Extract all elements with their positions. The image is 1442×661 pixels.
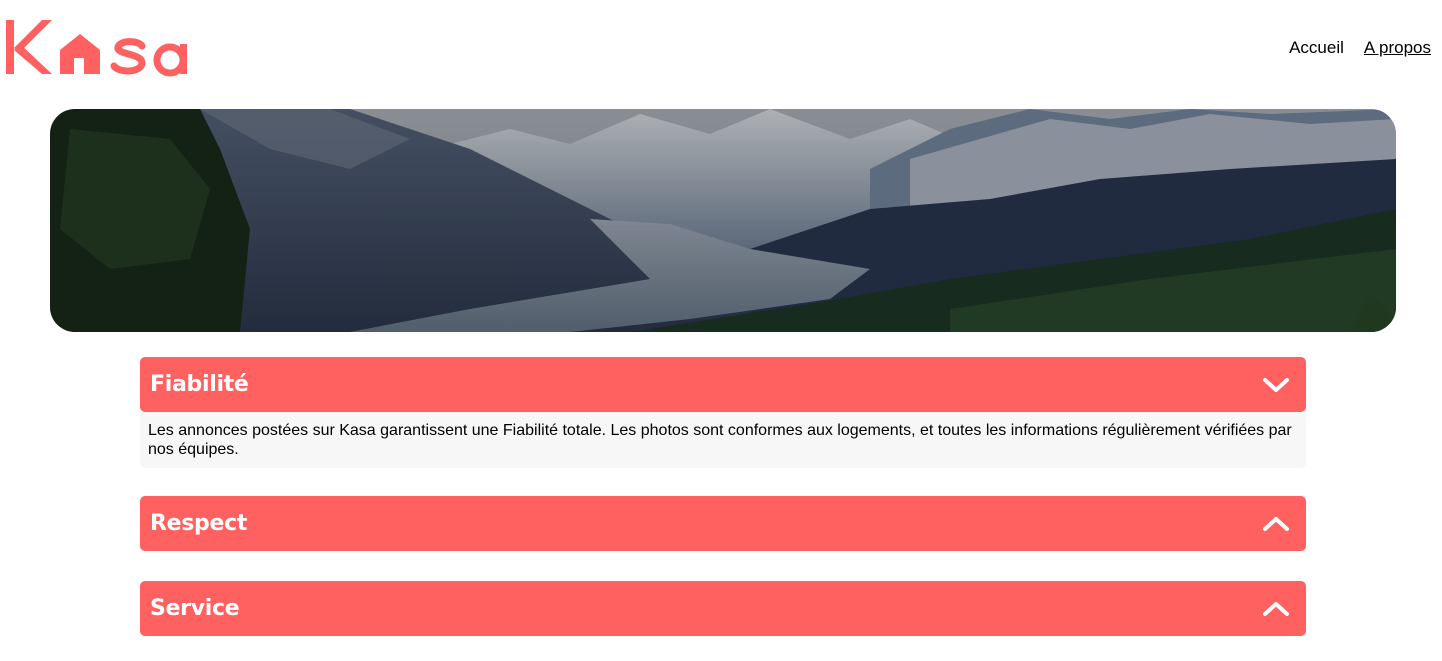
logo-graphic	[6, 20, 187, 77]
main-nav: Accueil A propos	[1289, 38, 1431, 58]
hero-banner-image	[50, 109, 1396, 332]
collapse-header-respect[interactable]: Respect	[140, 496, 1306, 551]
collapse-title: Fiabilité	[150, 372, 249, 397]
collapse-content: Les annonces postées sur Kasa garantisse…	[140, 412, 1306, 468]
nav-link-a-propos[interactable]: A propos	[1364, 38, 1431, 58]
chevron-up-icon[interactable]	[1262, 515, 1290, 533]
chevron-up-icon[interactable]	[1262, 600, 1290, 618]
site-header: Accueil A propos	[0, 0, 1442, 100]
collapse-header-fiabilite[interactable]: Fiabilité	[140, 357, 1306, 412]
collapse-service: Service	[140, 581, 1306, 636]
collapse-title: Respect	[150, 511, 248, 536]
collapse-title: Service	[150, 596, 240, 621]
collapse-header-service[interactable]: Service	[140, 581, 1306, 636]
nav-link-accueil[interactable]: Accueil	[1289, 38, 1344, 58]
collapse-respect: Respect	[140, 496, 1306, 551]
chevron-down-icon[interactable]	[1262, 376, 1290, 394]
kasa-logo[interactable]	[2, 14, 194, 80]
collapse-fiabilite: Fiabilité Les annonces postées sur Kasa …	[140, 357, 1306, 468]
